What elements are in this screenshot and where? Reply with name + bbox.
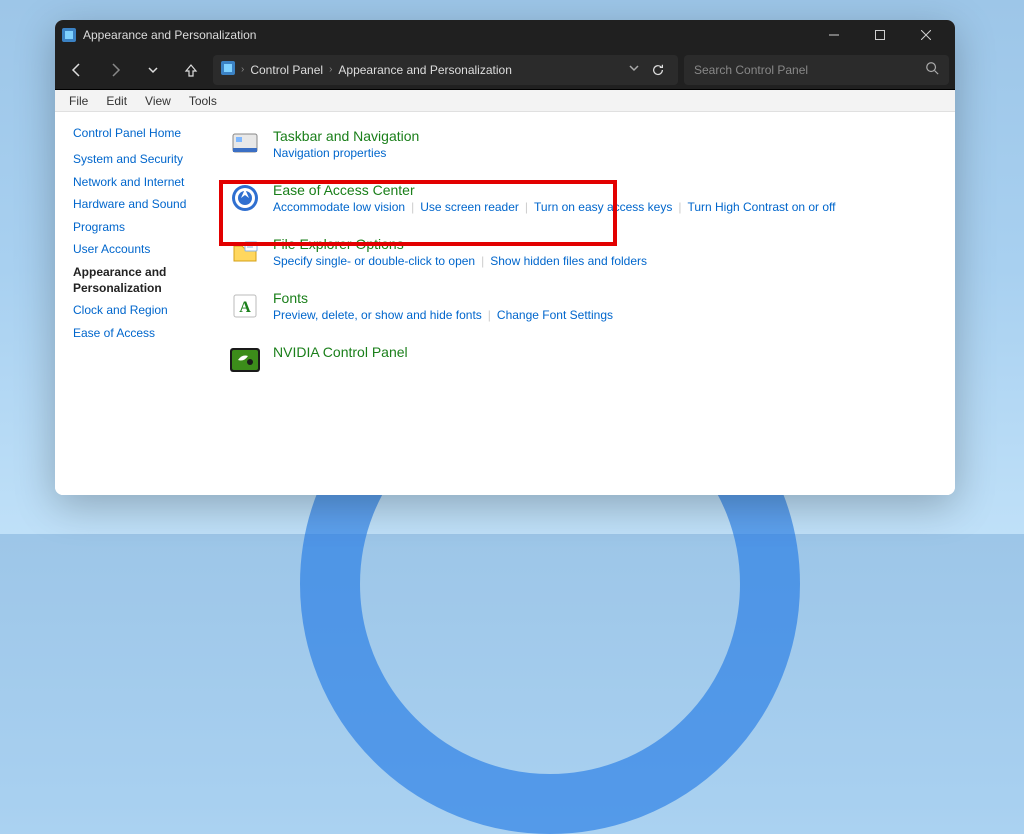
address-bar[interactable]: › Control Panel › Appearance and Persona… [213, 55, 678, 85]
svg-text:A: A [239, 299, 251, 316]
sidebar-item[interactable]: Hardware and Sound [73, 197, 213, 213]
category-title[interactable]: Taskbar and Navigation [273, 128, 929, 144]
category-body: Ease of Access Center Accommodate low vis… [273, 182, 929, 214]
menu-view[interactable]: View [137, 92, 179, 110]
chevron-right-icon: › [241, 64, 244, 75]
ease-icon [229, 182, 261, 214]
separator: | [525, 200, 528, 214]
folder-icon [229, 236, 261, 268]
breadcrumb-item[interactable]: Control Panel [250, 63, 323, 77]
category-sublinks: Preview, delete, or show and hide fonts |… [273, 308, 929, 322]
category-title[interactable]: Ease of Access Center [273, 182, 929, 198]
search-placeholder: Search Control Panel [694, 63, 808, 77]
sidebar-item[interactable]: Programs [73, 220, 213, 236]
category-row: File Explorer Options Specify single- or … [225, 230, 937, 274]
sidebar-home[interactable]: Control Panel Home [73, 126, 213, 140]
category-sublink[interactable]: Change Font Settings [497, 308, 613, 322]
category-body: File Explorer Options Specify single- or … [273, 236, 929, 268]
breadcrumb-item[interactable]: Appearance and Personalization [338, 63, 511, 77]
sidebar-item[interactable]: Network and Internet [73, 175, 213, 191]
titlebar: Appearance and Personalization [55, 20, 955, 50]
minimize-button[interactable] [811, 20, 857, 50]
app-icon [61, 27, 77, 43]
category-body: Fonts Preview, delete, or show and hide f… [273, 290, 929, 322]
up-button[interactable] [175, 54, 207, 86]
menu-bar: File Edit View Tools [55, 90, 955, 112]
maximize-button[interactable] [857, 20, 903, 50]
main-panel: Taskbar and Navigation Navigation propert… [225, 112, 955, 495]
category-sublink[interactable]: Accommodate low vision [273, 200, 405, 214]
category-sublink[interactable]: Specify single- or double-click to open [273, 254, 475, 268]
menu-file[interactable]: File [61, 92, 96, 110]
category-sublink[interactable]: Turn on easy access keys [534, 200, 672, 214]
category-title[interactable]: Fonts [273, 290, 929, 306]
category-sublink[interactable]: Preview, delete, or show and hide fonts [273, 308, 482, 322]
category-sublink[interactable]: Use screen reader [420, 200, 519, 214]
address-dropdown[interactable] [628, 62, 640, 77]
category-title[interactable]: File Explorer Options [273, 236, 929, 252]
forward-button[interactable] [99, 54, 131, 86]
nvidia-icon [229, 344, 261, 376]
refresh-button[interactable] [646, 55, 670, 85]
category-row: Taskbar and Navigation Navigation propert… [225, 122, 937, 166]
category-sublinks: Accommodate low vision | Use screen reader… [273, 200, 929, 214]
category-sublinks: Specify single- or double-click to open |… [273, 254, 929, 268]
category-title[interactable]: NVIDIA Control Panel [273, 344, 929, 360]
category-sublink[interactable]: Show hidden files and folders [490, 254, 647, 268]
close-button[interactable] [903, 20, 949, 50]
separator: | [411, 200, 414, 214]
control-panel-window: Appearance and Personalization [55, 20, 955, 495]
sidebar: Control Panel Home System and Security Ne… [55, 112, 225, 495]
category-body: Taskbar and Navigation Navigation propert… [273, 128, 929, 160]
sidebar-item[interactable]: Appearance and Personalization [73, 265, 213, 296]
nav-bar: › Control Panel › Appearance and Persona… [55, 50, 955, 90]
menu-edit[interactable]: Edit [98, 92, 135, 110]
search-box[interactable]: Search Control Panel [684, 55, 949, 85]
category-row: Ease of Access Center Accommodate low vis… [225, 176, 937, 220]
content-area: Control Panel Home System and Security Ne… [55, 112, 955, 495]
category-body: NVIDIA Control Panel [273, 344, 929, 362]
category-sublink[interactable]: Turn High Contrast on or off [687, 200, 835, 214]
category-sublinks: Navigation properties [273, 146, 929, 160]
chevron-right-icon: › [329, 64, 332, 75]
recent-dropdown[interactable] [137, 54, 169, 86]
search-icon [925, 61, 939, 78]
menu-tools[interactable]: Tools [181, 92, 225, 110]
category-row: A Fonts Preview, delete, or show and hide … [225, 284, 937, 328]
sidebar-item[interactable]: Ease of Access [73, 326, 213, 342]
separator: | [678, 200, 681, 214]
category-row: NVIDIA Control Panel [225, 338, 937, 382]
back-button[interactable] [61, 54, 93, 86]
separator: | [481, 254, 484, 268]
sidebar-item[interactable]: Clock and Region [73, 303, 213, 319]
separator: | [488, 308, 491, 322]
control-panel-icon [221, 61, 235, 78]
category-sublink[interactable]: Navigation properties [273, 146, 386, 160]
window-title: Appearance and Personalization [83, 28, 256, 42]
fonts-icon: A [229, 290, 261, 322]
sidebar-item[interactable]: System and Security [73, 152, 213, 168]
taskbar-icon [229, 128, 261, 160]
sidebar-item[interactable]: User Accounts [73, 242, 213, 258]
